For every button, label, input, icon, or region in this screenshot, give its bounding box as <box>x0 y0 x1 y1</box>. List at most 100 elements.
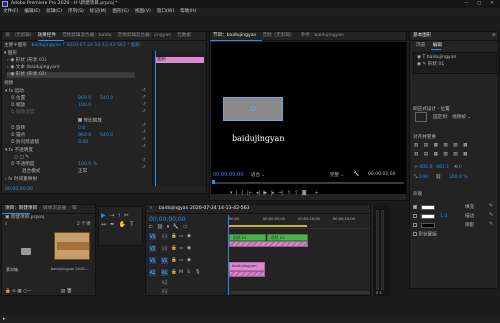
tab-browse[interactable]: 浏览 <box>416 43 425 48</box>
prop-opacity-value[interactable]: 100.0 % <box>78 162 97 168</box>
snap-icon[interactable]: ⊏ <box>149 224 154 230</box>
pin-select[interactable]: 视频帧 ⌄ <box>452 115 471 121</box>
graphics-x[interactable]: 900.0 <box>419 165 432 170</box>
tab-audio-mixer-1[interactable]: 音频剪辑混合器：baidu <box>59 32 115 40</box>
blend-mode-select[interactable]: 正常 <box>78 169 87 175</box>
a1-label[interactable]: A1 <box>161 269 168 276</box>
program-playhead[interactable] <box>212 180 215 184</box>
program-scrub-bar[interactable] <box>212 182 404 184</box>
go-to-out-icon[interactable]: →| <box>278 190 284 196</box>
tab-media-browser[interactable]: 媒体浏览器 <box>40 205 69 213</box>
quality-select[interactable]: 完整 ⌄ <box>330 172 344 178</box>
pen-tool-icon[interactable]: ✒ <box>110 221 115 228</box>
pin-widget[interactable] <box>415 112 427 122</box>
eye-icon[interactable]: ◉ <box>417 55 421 60</box>
trash-icon[interactable]: 🗑 <box>67 289 73 294</box>
timeline-playhead[interactable] <box>228 215 229 295</box>
motion-section[interactable]: ▾ fx 运动 <box>5 89 24 95</box>
v2-target[interactable]: V2 <box>149 245 156 252</box>
shadow-swatch[interactable] <box>421 223 435 228</box>
effect-timecode[interactable]: 00;00;00;00 <box>5 187 33 192</box>
maximize-icon[interactable]: □ <box>477 0 481 8</box>
menu-sequence[interactable]: 序列(S) <box>65 8 87 16</box>
lock-icon[interactable]: 🔒 <box>5 289 11 294</box>
opacity-section[interactable]: ▾ fx 不透明度 <box>5 148 33 154</box>
search-icon[interactable]: ⌕ <box>5 222 8 227</box>
link-icon[interactable]: ⛓ <box>435 175 441 180</box>
layer-shape[interactable]: ◉ ✎ 形状 01 <box>417 62 444 68</box>
a1-mute-icon[interactable]: M <box>179 270 183 275</box>
tab-timeline-sequence[interactable]: baidujingyan 2020-07-24 14-13-42-563 <box>156 205 253 213</box>
extract-icon[interactable]: ⇪ <box>294 190 298 196</box>
tab-effect-controls[interactable]: 效果控件 <box>35 32 59 40</box>
project-search-row[interactable]: ⌕ <box>5 222 75 228</box>
menu-file[interactable]: 文件(F) <box>0 8 21 16</box>
shape-layer-1[interactable]: › ◉ 形状 (形状 01) <box>7 58 47 64</box>
clip-v3-hatch[interactable] <box>229 241 308 247</box>
v1-label[interactable]: V1 <box>161 257 168 264</box>
align-buttons-row2[interactable]: ▥ ▤ ▦ ▧ ▨ ▩ <box>414 152 469 158</box>
tab-reference[interactable]: 参考：baidujingyan <box>298 32 347 40</box>
graphics-section[interactable]: ▾ 图形 <box>4 51 17 57</box>
menu-help[interactable]: 帮助(H) <box>177 8 199 16</box>
bin-item[interactable]: 素材箱 <box>5 231 47 272</box>
timeline-scrollbar[interactable] <box>230 291 370 294</box>
captions-icon[interactable]: ▭ <box>183 224 189 230</box>
fit-select[interactable]: 适合 ⌄ <box>251 172 265 178</box>
clip-v3-b[interactable]: 形状 01 <box>267 234 308 241</box>
ripple-edit-tool-icon[interactable]: ⟊ <box>118 212 120 219</box>
v1-lock-icon[interactable]: 🔒 <box>171 258 177 263</box>
tab-metadata[interactable]: 元数据 <box>174 32 194 40</box>
menu-graphics[interactable]: 图形(G) <box>110 8 132 16</box>
prop-anchor-x[interactable]: 960.0 <box>78 133 91 139</box>
export-frame-icon[interactable]: ◙ <box>302 190 307 196</box>
tab-audio-clip[interactable]: 音频（无剪辑） <box>259 32 297 40</box>
list-view-icon[interactable]: ≡ <box>12 289 16 294</box>
tab-edit[interactable]: 编辑 <box>433 43 442 48</box>
type-tool-icon[interactable]: T <box>130 221 134 228</box>
selection-tool-icon[interactable]: ▶ <box>101 212 106 219</box>
a1-solo-icon[interactable]: S <box>187 270 190 275</box>
linked-selection-icon[interactable]: ⛓ <box>157 224 164 230</box>
mini-playhead[interactable] <box>155 51 156 186</box>
panel-menu-icon[interactable]: ≡ <box>492 32 496 40</box>
eye-icon[interactable]: ◉ <box>10 58 14 63</box>
shadow-row[interactable] <box>413 223 417 229</box>
step-back-icon[interactable]: ◂| <box>256 190 260 196</box>
menu-marker[interactable]: 标记(M) <box>87 8 110 16</box>
menu-window[interactable]: 窗口(W) <box>154 8 177 16</box>
v1-eye-icon[interactable]: ◉ <box>187 258 191 263</box>
layer-text[interactable]: ◉ T baidujingyan <box>417 55 456 61</box>
graphics-scale[interactable]: 100 <box>419 175 428 180</box>
a1-target[interactable]: A1 <box>149 269 156 276</box>
play-icon[interactable]: ▶ <box>263 190 267 196</box>
v3-lock-icon[interactable]: 🔒 <box>171 234 177 239</box>
shadow-checkbox[interactable] <box>413 223 417 227</box>
time-remap-section[interactable]: › fx 时间重映射 <box>5 177 37 183</box>
mark-in-icon[interactable]: ▾ <box>230 190 233 196</box>
a1-lock-icon[interactable]: 🔒 <box>171 270 177 275</box>
stroke-checkbox[interactable] <box>413 214 417 218</box>
wrench-icon[interactable]: 🔧 <box>353 171 359 177</box>
v3-eye-icon[interactable]: ◉ <box>187 234 191 239</box>
slip-tool-icon[interactable]: ↔ <box>101 221 106 228</box>
tab-project[interactable]: 项目：新建项目 <box>2 205 40 213</box>
v3-target[interactable]: V3 <box>149 233 156 240</box>
v2-eye-icon[interactable]: ◉ <box>187 246 191 251</box>
opacity-mask-tools[interactable]: ○ □ ✎ <box>14 155 29 161</box>
a1-mic-icon[interactable]: 🎙 <box>195 270 201 275</box>
eye-icon[interactable]: ◉ <box>417 62 421 67</box>
anchor-point[interactable] <box>251 106 256 111</box>
uniform-scale[interactable]: 等比缩放 <box>78 118 102 124</box>
uniform-scale-checkbox[interactable] <box>78 118 82 122</box>
tab-libraries[interactable]: 库 <box>69 205 80 213</box>
eyedropper-icons[interactable]: ✎ ✎ ✎ <box>489 202 493 229</box>
prop-scale-value[interactable]: 100.0 <box>78 103 91 109</box>
go-to-in-point-icon[interactable]: |← <box>247 190 253 196</box>
text-layer[interactable]: › ◉ 文本 (baidujingyan) <box>7 65 60 71</box>
prop-flicker-value[interactable]: 0.00 <box>78 140 88 146</box>
lift-icon[interactable]: ⇧ <box>287 190 291 196</box>
shape-rectangle[interactable] <box>223 97 283 121</box>
clip-v2-hatch[interactable] <box>229 271 265 277</box>
menu-view[interactable]: 视图(V) <box>132 8 154 16</box>
